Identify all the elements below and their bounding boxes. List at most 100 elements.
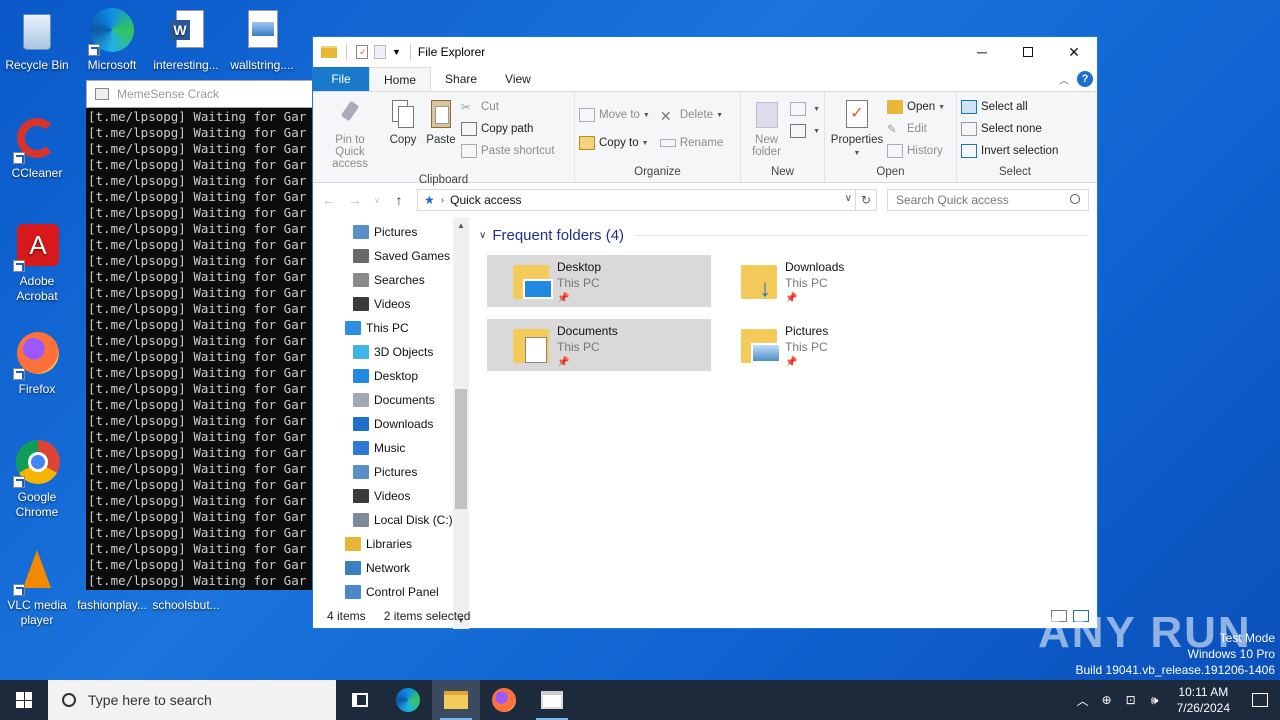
- scrollbar-thumb[interactable]: [455, 389, 467, 509]
- new-item-button[interactable]: ▼: [790, 100, 820, 118]
- close-button[interactable]: ✕: [1051, 37, 1097, 67]
- nav-item-control-panel[interactable]: Control Panel: [313, 580, 469, 604]
- nav-item-network[interactable]: Network: [313, 556, 469, 580]
- open-button[interactable]: Open ▼: [887, 98, 945, 116]
- address-bar[interactable]: ★ › Quick access ∨ ↻: [417, 189, 877, 211]
- help-icon[interactable]: ?: [1077, 71, 1093, 87]
- console-titlebar[interactable]: MemeSense Crack: [86, 80, 316, 108]
- title-bar[interactable]: ✓ ▼ File Explorer ─ ✕: [313, 37, 1097, 67]
- taskbar-firefox[interactable]: [480, 680, 528, 720]
- breadcrumb-quick-access[interactable]: Quick access: [450, 193, 521, 207]
- search-box[interactable]: Search Quick access: [887, 189, 1089, 211]
- nav-item-music[interactable]: Music: [313, 436, 469, 460]
- tab-file[interactable]: File: [313, 67, 369, 91]
- nav-item-videos[interactable]: Videos: [313, 484, 469, 508]
- properties-button[interactable]: ✓ Properties ▼: [829, 96, 885, 164]
- copy-to-button[interactable]: Copy to ▼: [579, 134, 650, 152]
- task-view-button[interactable]: [336, 680, 384, 720]
- paste-button[interactable]: Paste: [423, 96, 459, 172]
- nav-item-documents[interactable]: Documents: [313, 388, 469, 412]
- edit-button[interactable]: ✎ Edit: [887, 120, 945, 138]
- firefox-icon: [13, 332, 61, 380]
- folder-tile-pictures[interactable]: Pictures This PC 📌: [715, 319, 939, 371]
- minimize-button[interactable]: ─: [959, 37, 1005, 67]
- pin-quick-access-button[interactable]: Pin to Quick access: [317, 96, 383, 172]
- clock[interactable]: 10:11 AM 7/26/2024: [1167, 684, 1240, 716]
- maximize-button[interactable]: [1005, 37, 1051, 67]
- navigation-pane[interactable]: Pictures Saved Games Searches Videos This PC…: [313, 217, 469, 629]
- invert-selection-button[interactable]: Invert selection: [961, 142, 1058, 160]
- desktop-icon-chrome[interactable]: Google Chrome: [1, 440, 73, 520]
- nav-scrollbar[interactable]: ▲ ▼: [453, 217, 469, 629]
- cut-button[interactable]: ✂ Cut: [461, 98, 555, 116]
- customize-qa-icon[interactable]: ▼: [392, 47, 401, 57]
- tab-home[interactable]: Home: [369, 67, 432, 91]
- desktop-icon-acrobat[interactable]: A Adobe Acrobat: [1, 224, 73, 304]
- new-folder-button[interactable]: New folder: [745, 96, 788, 164]
- scroll-up-icon[interactable]: ▲: [453, 221, 469, 230]
- history-button[interactable]: History: [887, 142, 945, 160]
- file-explorer-window[interactable]: ✓ ▼ File Explorer ─ ✕ File Home Share Vi…: [312, 36, 1098, 629]
- nav-item-pictures[interactable]: Pictures: [313, 220, 469, 244]
- security-icon[interactable]: ⊕: [1095, 693, 1119, 707]
- show-hidden-icons-icon[interactable]: ︿: [1071, 692, 1095, 709]
- select-none-button[interactable]: Select none: [961, 120, 1058, 138]
- volume-icon[interactable]: 🕪: [1143, 693, 1167, 708]
- copy-button[interactable]: Copy: [385, 96, 421, 172]
- collapse-ribbon-icon[interactable]: ︿: [1059, 72, 1069, 87]
- back-button[interactable]: ←: [321, 192, 337, 208]
- desktop-icon-recycle-bin[interactable]: Recycle Bin: [1, 8, 73, 73]
- desktop-icon-ccleaner[interactable]: CCleaner: [1, 116, 73, 181]
- desktop-icon-firefox[interactable]: Firefox: [1, 332, 73, 397]
- desktop-icon-edge[interactable]: Microsoft Edge: [76, 8, 148, 73]
- nav-item-label: Music: [374, 441, 406, 455]
- taskbar-search[interactable]: Type here to search: [48, 680, 336, 720]
- network-icon[interactable]: ⊡: [1119, 693, 1143, 707]
- nav-item-videos[interactable]: Videos: [313, 292, 469, 316]
- desktop-icon-word-doc[interactable]: W interesting...: [150, 8, 222, 73]
- nav-item-this-pc[interactable]: This PC: [313, 316, 469, 340]
- start-button[interactable]: [0, 680, 48, 720]
- new-folder-qa-icon[interactable]: [374, 45, 386, 59]
- content-pane[interactable]: ∨ Frequent folders (4) Desktop This PC 📌 ↓…: [469, 217, 1097, 629]
- desktop-icon-wallstring[interactable]: wallstring....: [226, 8, 298, 73]
- folder-tile-downloads[interactable]: ↓ Downloads This PC 📌: [715, 255, 939, 307]
- desktop-icon-schoolsbut[interactable]: schoolsbut...: [150, 598, 222, 613]
- taskbar-file-explorer[interactable]: [432, 680, 480, 720]
- nav-item-saved-games[interactable]: Saved Games: [313, 244, 469, 268]
- nav-item-local-disk-c[interactable]: Local Disk (C:): [313, 508, 469, 532]
- folder-tile-documents[interactable]: Documents This PC 📌: [487, 319, 711, 371]
- taskbar-edge[interactable]: [384, 680, 432, 720]
- recent-locations-button[interactable]: ∨: [373, 196, 381, 205]
- up-button[interactable]: ↑: [391, 192, 407, 208]
- properties-qa-icon[interactable]: ✓: [356, 45, 368, 59]
- tab-share[interactable]: Share: [431, 67, 491, 91]
- nav-item-desktop[interactable]: Desktop: [313, 364, 469, 388]
- refresh-button[interactable]: ↻: [855, 189, 877, 211]
- move-to-button[interactable]: Move to ▼: [579, 106, 650, 124]
- desktop-icon-vlc[interactable]: VLC media player: [1, 548, 73, 628]
- rename-icon: [659, 139, 676, 147]
- nav-item-pictures[interactable]: Pictures: [313, 460, 469, 484]
- nav-item-libraries[interactable]: Libraries: [313, 532, 469, 556]
- folder-tile-desktop[interactable]: Desktop This PC 📌: [487, 255, 711, 307]
- address-dropdown-icon[interactable]: ∨: [845, 193, 852, 204]
- select-all-button[interactable]: Select all: [961, 98, 1058, 116]
- rename-button[interactable]: Rename: [659, 134, 723, 152]
- console-window[interactable]: MemeSense Crack [t.me/lpsopg] Waiting fo…: [86, 80, 316, 590]
- delete-button[interactable]: ✕ Delete ▼: [660, 106, 723, 124]
- nav-item-searches[interactable]: Searches: [313, 268, 469, 292]
- paste-shortcut-button[interactable]: Paste shortcut: [461, 142, 555, 160]
- status-bar: 4 items 2 items selected: [313, 604, 1097, 628]
- tab-view[interactable]: View: [491, 67, 545, 91]
- copy-path-button[interactable]: Copy path: [461, 120, 555, 138]
- nav-item-3d-objects[interactable]: 3D Objects: [313, 340, 469, 364]
- forward-button[interactable]: →: [347, 192, 363, 208]
- notifications-button[interactable]: [1240, 680, 1280, 720]
- nav-item-downloads[interactable]: Downloads: [313, 412, 469, 436]
- desktop-icon-label: fashionplay...: [77, 598, 147, 612]
- taskbar-console[interactable]: [528, 680, 576, 720]
- desktop-icon-fashionplay[interactable]: fashionplay...: [76, 598, 148, 613]
- easy-access-button[interactable]: ▼: [790, 122, 820, 140]
- frequent-folders-header[interactable]: ∨ Frequent folders (4): [479, 223, 1087, 247]
